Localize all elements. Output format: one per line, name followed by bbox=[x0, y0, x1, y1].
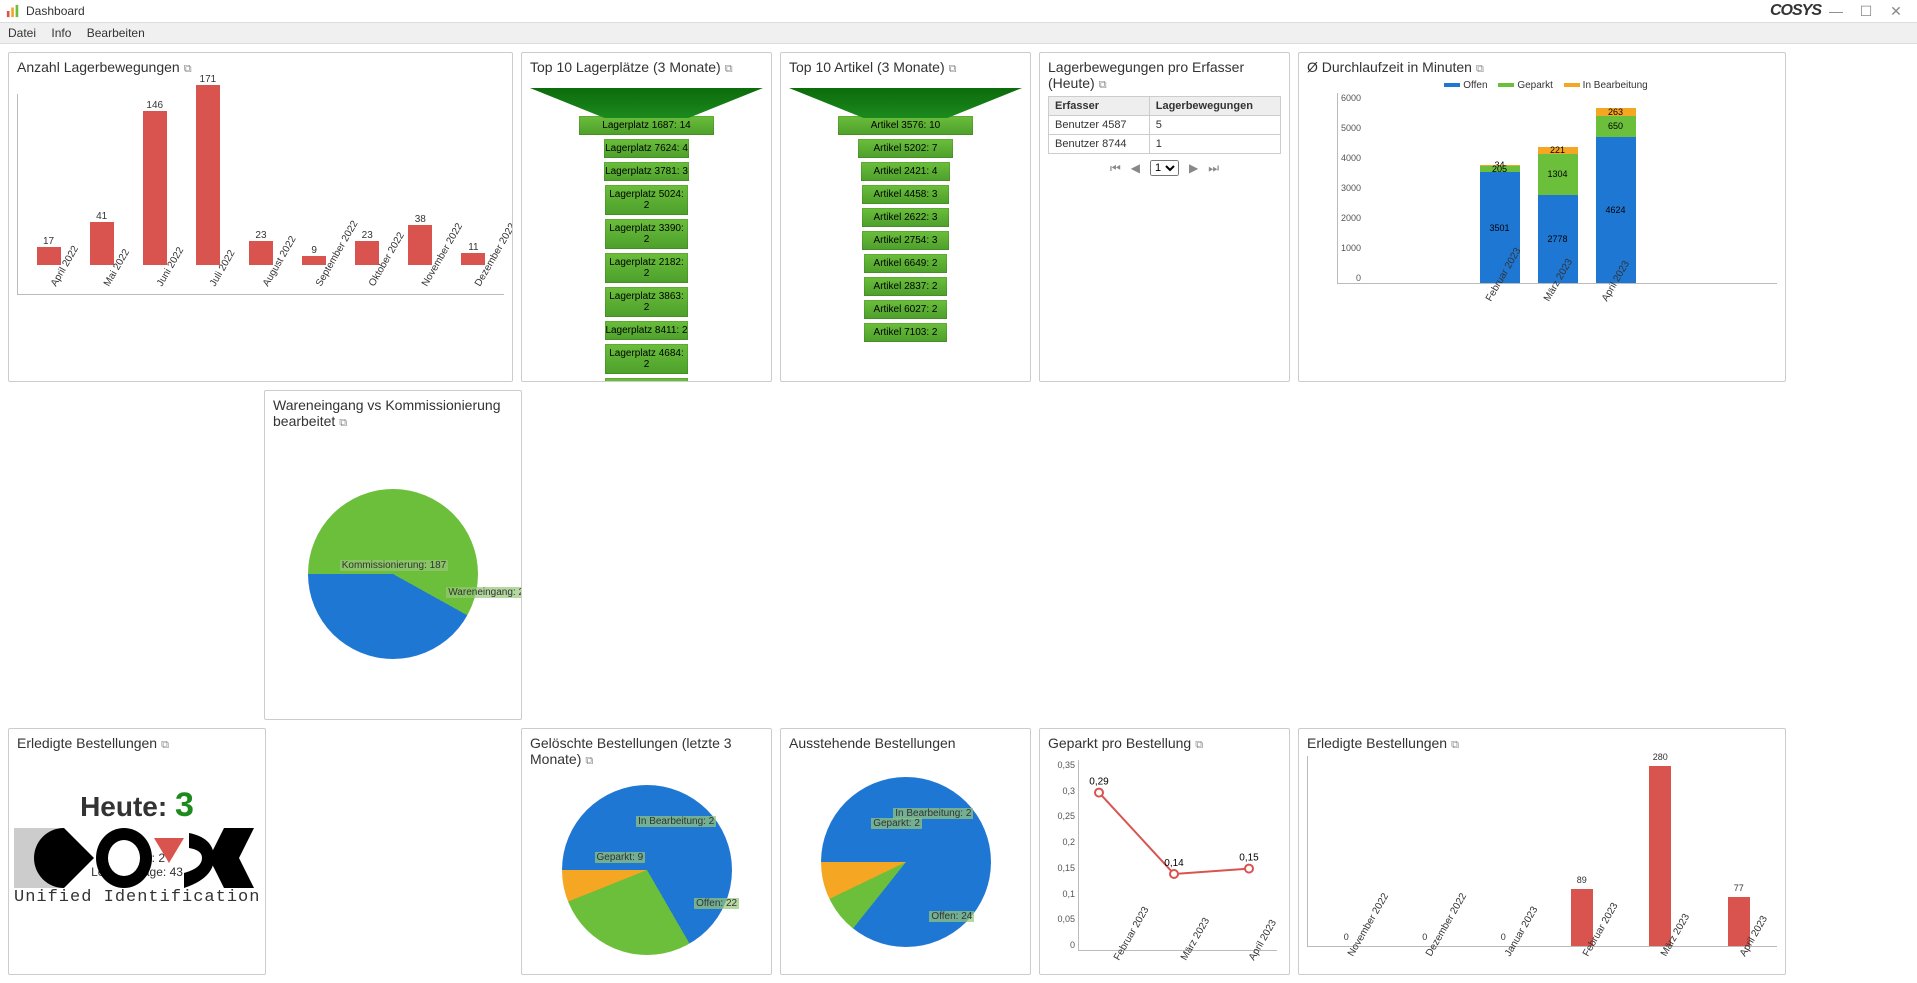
menu-bar: Datei Info Bearbeiten bbox=[0, 23, 1917, 44]
table-row[interactable]: Benutzer 87441 bbox=[1049, 135, 1281, 154]
pager-page-select[interactable]: 1 bbox=[1150, 160, 1179, 176]
card-title: Gelöschte Bestellungen (letzte 3 Monate) bbox=[530, 735, 732, 767]
card-title: Ø Durchlaufzeit in Minuten bbox=[1307, 59, 1472, 75]
card-erledigte-chart: Erledigte Bestellungen⧉ 0008928077 Novem… bbox=[1298, 728, 1786, 975]
external-link-icon[interactable]: ⧉ bbox=[725, 63, 733, 75]
card-geloeschte: Gelöschte Bestellungen (letzte 3 Monate)… bbox=[521, 728, 772, 975]
external-link-icon[interactable]: ⧉ bbox=[184, 63, 192, 75]
col-lagerbewegungen[interactable]: Lagerbewegungen bbox=[1149, 97, 1280, 116]
external-link-icon[interactable]: ⧉ bbox=[1099, 79, 1107, 91]
stacked-bar-chart: 350120534277813042214624650263 bbox=[1337, 93, 1777, 284]
card-title: Wareneingang vs Kommissionierung bearbei… bbox=[273, 397, 500, 429]
pager-prev-icon[interactable]: ◀ bbox=[1131, 161, 1140, 175]
svg-text:0,29: 0,29 bbox=[1089, 777, 1109, 788]
close-button[interactable]: ✕ bbox=[1881, 3, 1911, 20]
card-ausstehende: Ausstehende Bestellungen Offen: 24Gepark… bbox=[780, 728, 1031, 975]
menu-datei[interactable]: Datei bbox=[8, 26, 36, 40]
table-row[interactable]: Benutzer 45875 bbox=[1049, 116, 1281, 135]
pager: ⏮ ◀ 1 ▶ ⏭ bbox=[1048, 160, 1281, 176]
legend: Offen Geparkt In Bearbeitung bbox=[1307, 80, 1777, 91]
external-link-icon[interactable]: ⧉ bbox=[1476, 63, 1484, 75]
card-title: Erledigte Bestellungen bbox=[1307, 735, 1447, 751]
external-link-icon[interactable]: ⧉ bbox=[339, 417, 347, 429]
erfasser-table: ErfasserLagerbewegungen Benutzer 45875 B… bbox=[1048, 96, 1281, 154]
pager-last-icon[interactable]: ⏭ bbox=[1208, 161, 1219, 176]
today-count: 3 bbox=[175, 786, 194, 824]
brand-logo: Unified Identification bbox=[14, 828, 260, 907]
external-link-icon[interactable]: ⧉ bbox=[585, 755, 593, 767]
window-title: Dashboard bbox=[26, 4, 85, 18]
external-link-icon[interactable]: ⧉ bbox=[1195, 739, 1203, 751]
pie-chart: Offen: 22Geparkt: 9In Bearbeitung: 2 bbox=[562, 785, 732, 955]
app-icon bbox=[6, 4, 20, 18]
minimize-button[interactable]: — bbox=[1821, 3, 1851, 19]
bar-chart: 0008928077 bbox=[1307, 756, 1777, 947]
menu-bearbeiten[interactable]: Bearbeiten bbox=[87, 26, 145, 40]
card-lagerbewegungen: Anzahl Lagerbewegungen ⧉ 17April 202241Ma… bbox=[8, 52, 513, 382]
external-link-icon[interactable]: ⧉ bbox=[1451, 739, 1459, 751]
title-bar: Dashboard COSYS — ☐ ✕ bbox=[0, 0, 1917, 23]
card-pro-erfasser: Lagerbewegungen pro Erfasser (Heute)⧉ Er… bbox=[1039, 52, 1290, 382]
svg-text:0,14: 0,14 bbox=[1164, 858, 1184, 869]
line-chart: 0,350,30,250,20,150,10,050 0,290,140,15 bbox=[1078, 760, 1277, 951]
external-link-icon[interactable]: ⧉ bbox=[161, 739, 169, 751]
card-title: Anzahl Lagerbewegungen bbox=[17, 59, 180, 75]
card-title: Top 10 Artikel (3 Monate) bbox=[789, 59, 945, 75]
funnel-chart: Lagerplatz 1687: 14Lagerplatz 7624: 4Lag… bbox=[530, 80, 763, 382]
pie-chart: Offen: 24Geparkt: 2In Bearbeitung: 2 bbox=[821, 777, 991, 947]
pager-first-icon[interactable]: ⏮ bbox=[1110, 161, 1121, 176]
card-title: Lagerbewegungen pro Erfasser (Heute) bbox=[1048, 59, 1244, 91]
card-geparkt: Geparkt pro Bestellung⧉ 0,350,30,250,20,… bbox=[1039, 728, 1290, 975]
card-title: Geparkt pro Bestellung bbox=[1048, 735, 1191, 751]
header-logo: COSYS bbox=[1770, 2, 1821, 20]
bar-chart: 17April 202241Mai 2022146Juni 2022171Jul… bbox=[17, 94, 504, 295]
card-wareneingang: Wareneingang vs Kommissionierung bearbei… bbox=[264, 390, 522, 720]
svg-text:0,15: 0,15 bbox=[1239, 853, 1259, 864]
card-title: Ausstehende Bestellungen bbox=[789, 735, 956, 751]
funnel-chart: Artikel 3576: 10Artikel 5202: 7Artikel 2… bbox=[789, 80, 1022, 344]
pager-next-icon[interactable]: ▶ bbox=[1189, 161, 1198, 175]
menu-info[interactable]: Info bbox=[51, 26, 71, 40]
card-top-artikel: Top 10 Artikel (3 Monate) ⧉ Artikel 3576:… bbox=[780, 52, 1031, 382]
card-durchlaufzeit: Ø Durchlaufzeit in Minuten ⧉ Offen Gepark… bbox=[1298, 52, 1786, 382]
maximize-button[interactable]: ☐ bbox=[1851, 3, 1881, 20]
col-erfasser[interactable]: Erfasser bbox=[1049, 97, 1150, 116]
external-link-icon[interactable]: ⧉ bbox=[949, 63, 957, 75]
card-top-lagerplaetze: Top 10 Lagerplätze (3 Monate) ⧉ Lagerplat… bbox=[521, 52, 772, 382]
card-title: Top 10 Lagerplätze (3 Monate) bbox=[530, 59, 721, 75]
pie-chart: Wareneingang: 259Kommissionierung: 187 bbox=[308, 489, 478, 659]
card-title: Erledigte Bestellungen bbox=[17, 735, 157, 751]
